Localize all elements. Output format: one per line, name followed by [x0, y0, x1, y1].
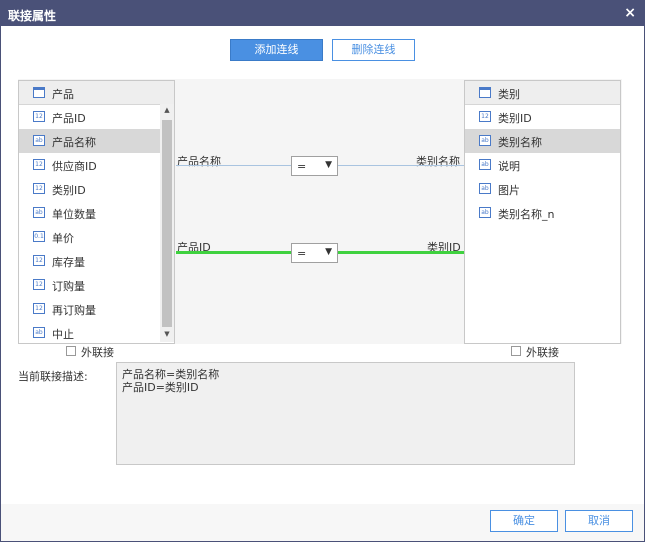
- field-label: 单位数量: [52, 208, 96, 221]
- right-field-item[interactable]: ab 说明: [465, 153, 620, 177]
- right-field-item[interactable]: 12 类别ID: [465, 105, 620, 129]
- field-label: 供应商ID: [52, 160, 97, 173]
- integer-field-icon: 12: [33, 111, 45, 122]
- join-description-label: 当前联接描述:: [18, 370, 88, 383]
- join-properties-dialog: 联接属性 × 添加连线 删除连线 产品 12 产品ID ab 产品名称 12 供应商I…: [0, 0, 645, 542]
- left-field-item[interactable]: ab 单位数量: [19, 201, 174, 225]
- left-field-item[interactable]: 12 产品ID: [19, 105, 174, 129]
- dialog-title: 联接属性: [8, 9, 57, 23]
- dialog-titlebar: 联接属性 ×: [1, 1, 644, 26]
- integer-field-icon: 12: [33, 159, 45, 170]
- right-field-item[interactable]: ab 类别名称: [465, 129, 620, 153]
- table-icon: [33, 87, 45, 98]
- field-label: 类别名称_n: [498, 208, 555, 221]
- table-icon: [479, 87, 491, 98]
- left-field-item[interactable]: 12 供应商ID: [19, 153, 174, 177]
- field-label: 产品ID: [52, 112, 86, 125]
- cancel-button[interactable]: 取消: [565, 510, 633, 532]
- left-table-name: 产品: [52, 88, 74, 101]
- join-description-box: 产品名称=类别名称 产品ID=类别ID: [116, 362, 575, 465]
- left-table-header: 产品: [19, 81, 174, 105]
- chevron-down-icon: ▼: [325, 247, 332, 257]
- description-line: 产品名称=类别名称: [122, 368, 220, 381]
- operator-value: =: [297, 247, 307, 260]
- left-scrollbar[interactable]: ▲ ▼: [160, 104, 174, 342]
- field-label: 再订购量: [52, 304, 96, 317]
- chevron-down-icon: ▼: [325, 160, 332, 170]
- text-field-icon: ab: [33, 327, 45, 338]
- decimal-field-icon: 0.1: [33, 231, 45, 242]
- field-label: 说明: [498, 160, 520, 173]
- integer-field-icon: 12: [33, 183, 45, 194]
- field-label: 单价: [52, 232, 74, 245]
- link-operator-select[interactable]: = ▼: [291, 243, 338, 263]
- text-field-icon: ab: [479, 183, 491, 194]
- ok-button[interactable]: 确定: [490, 510, 558, 532]
- integer-field-icon: 12: [479, 111, 491, 122]
- left-outer-join-checkbox[interactable]: [66, 346, 76, 356]
- integer-field-icon: 12: [33, 303, 45, 314]
- field-label: 中止: [52, 328, 74, 341]
- left-field-item[interactable]: 12 订购量: [19, 273, 174, 297]
- left-field-item[interactable]: 0.1 单价: [19, 225, 174, 249]
- right-field-item[interactable]: ab 类别名称_n: [465, 201, 620, 225]
- left-table-panel: 产品 12 产品ID ab 产品名称 12 供应商ID 12 类别ID ab 单位数量 0…: [18, 80, 175, 344]
- description-line: 产品ID=类别ID: [122, 381, 199, 394]
- integer-field-icon: 12: [33, 255, 45, 266]
- left-field-item[interactable]: 12 再订购量: [19, 297, 174, 321]
- field-label: 订购量: [52, 280, 85, 293]
- delete-link-button[interactable]: 删除连线: [332, 39, 415, 61]
- text-field-icon: ab: [479, 207, 491, 218]
- left-outer-join-label: 外联接: [81, 346, 114, 359]
- scroll-down-icon[interactable]: ▼: [160, 330, 174, 340]
- field-label: 产品名称: [52, 136, 96, 149]
- right-table-panel: 类别 12 类别ID ab 类别名称 ab 说明 ab 图片 ab 类别名称_n: [464, 80, 621, 344]
- scroll-thumb[interactable]: [162, 120, 172, 327]
- link-right-field: 类别名称: [416, 155, 460, 168]
- left-field-item[interactable]: ab 中止: [19, 321, 174, 343]
- right-outer-join-checkbox[interactable]: [511, 346, 521, 356]
- field-label: 库存量: [52, 256, 85, 269]
- close-icon[interactable]: ×: [624, 5, 636, 21]
- text-field-icon: ab: [33, 207, 45, 218]
- field-label: 类别ID: [498, 112, 532, 125]
- field-label: 类别ID: [52, 184, 86, 197]
- right-field-item[interactable]: ab 图片: [465, 177, 620, 201]
- text-field-icon: ab: [479, 135, 491, 146]
- left-field-item[interactable]: 12 类别ID: [19, 177, 174, 201]
- left-field-item[interactable]: ab 产品名称: [19, 129, 174, 153]
- link-left-field: 产品名称: [177, 155, 221, 168]
- link-operator-select[interactable]: = ▼: [291, 156, 338, 176]
- text-field-icon: ab: [33, 135, 45, 146]
- text-field-icon: ab: [479, 159, 491, 170]
- scroll-up-icon[interactable]: ▲: [160, 106, 174, 116]
- operator-value: =: [297, 160, 307, 173]
- integer-field-icon: 12: [33, 279, 45, 290]
- left-field-item[interactable]: 12 库存量: [19, 249, 174, 273]
- right-table-header: 类别: [465, 81, 620, 105]
- field-label: 类别名称: [498, 136, 542, 149]
- field-label: 图片: [498, 184, 520, 197]
- add-link-button[interactable]: 添加连线: [230, 39, 323, 61]
- right-outer-join-label: 外联接: [526, 346, 559, 359]
- right-table-name: 类别: [498, 88, 520, 101]
